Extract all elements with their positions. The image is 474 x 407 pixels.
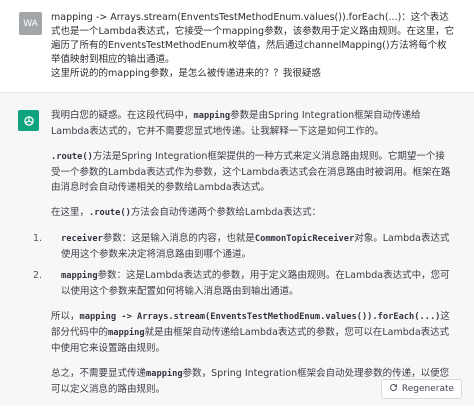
user-avatar: WA <box>19 12 42 35</box>
inline-code: mapping <box>146 369 183 379</box>
assistant-paragraph: 在这里，.route()方法会自动传递两个参数给Lambda表达式： <box>51 207 322 218</box>
list-item: 2. mapping参数：这是Lambda表达式的参数，用于定义路由规则。在Lam… <box>33 270 450 297</box>
user-message-line: mapping -> Arrays.stream(EnventsTestMeth… <box>51 12 455 65</box>
assistant-message-text: 我明白您的疑惑。在这段代码中，mapping参数是由Spring Integra… <box>33 108 451 407</box>
assistant-paragraph: .route()方法是Spring Integration框架提供的一种方式来定… <box>51 151 451 193</box>
inline-code: mapping -> Arrays.stream(EnventsTestMeth… <box>79 312 441 322</box>
list-item: 1. receiver参数：这是输入消息的内容，也就是CommonTopicRec… <box>33 233 450 260</box>
inline-code: mapping <box>108 328 145 338</box>
inline-code: mapping <box>61 271 98 281</box>
assistant-paragraph: 我明白您的疑惑。在这段代码中，mapping参数是由Spring Integra… <box>51 110 421 137</box>
assistant-paragraph: 所以，mapping -> Arrays.stream(EnventsTestM… <box>51 311 450 354</box>
inline-code: .route() <box>51 152 93 162</box>
inline-code: CommonTopicReceiver <box>254 234 355 244</box>
parameter-list: 1. receiver参数：这是输入消息的内容，也就是CommonTopicRec… <box>33 231 451 299</box>
inline-code: .route() <box>89 208 131 218</box>
regenerate-label: Regenerate <box>401 384 455 394</box>
user-message-text: mapping -> Arrays.stream(EnventsTestMeth… <box>51 11 456 81</box>
user-message-line: 这里所说的的mapping参数，是怎么被传递进来的？？我很疑惑 <box>51 68 321 79</box>
inline-code: mapping <box>193 111 231 121</box>
refresh-icon <box>389 383 398 395</box>
user-message: WA mapping -> Arrays.stream(EnventsTestM… <box>0 0 474 92</box>
regenerate-button[interactable]: Regenerate <box>381 379 462 399</box>
inline-code: receiver <box>61 234 103 244</box>
openai-logo-icon <box>18 110 39 131</box>
